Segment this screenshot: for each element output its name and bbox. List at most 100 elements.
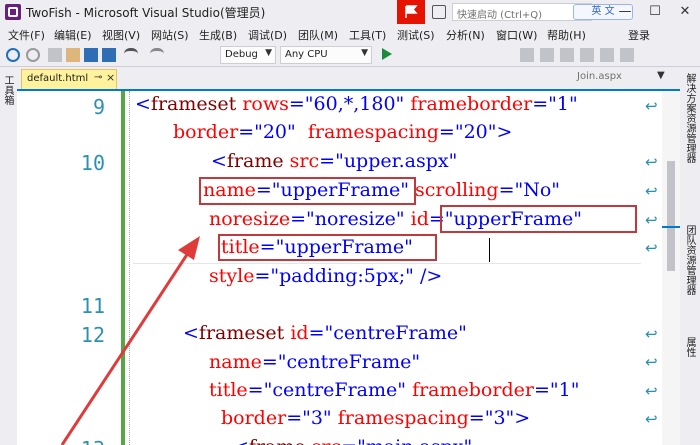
code-punctuation: < <box>233 436 249 445</box>
quick-launch-input[interactable]: 快速启动 (Ctrl+Q) <box>452 3 592 21</box>
toolbar-misc-icon[interactable] <box>580 48 594 62</box>
code-attribute: scrolling <box>415 179 499 201</box>
code-value: "1" <box>549 379 580 401</box>
code-attribute: id <box>290 322 309 344</box>
menu-edit[interactable]: 编辑(E) <box>54 27 92 43</box>
word-wrap-icon: ↩ <box>645 353 658 371</box>
code-punctuation: /> <box>419 265 443 287</box>
menu-help[interactable]: 帮助(H) <box>547 27 586 43</box>
code-line: name="centreFrame" <box>209 351 420 373</box>
notification-flag-icon[interactable] <box>397 0 425 24</box>
code-punctuation: > <box>496 121 513 143</box>
toolbar-misc-icon[interactable] <box>560 48 574 62</box>
code-value: "upper.aspx" <box>335 150 458 172</box>
menu-file[interactable]: 文件(F) <box>8 27 45 43</box>
code-line: <frameset id="centreFrame" <box>183 322 467 344</box>
pin-icon[interactable]: ⊸ <box>94 72 102 83</box>
toolbar-misc-icon[interactable] <box>620 48 634 62</box>
change-tracking-bar <box>121 91 125 445</box>
code-attribute: framespacing <box>337 407 469 429</box>
toolbar-misc-icon[interactable] <box>520 48 534 62</box>
word-wrap-icon: ↩ <box>645 153 658 171</box>
tab-join-aspx[interactable]: Join.aspx <box>577 71 622 82</box>
menu-debug[interactable]: 调试(D) <box>248 27 287 43</box>
menu-website[interactable]: 网站(S) <box>151 27 189 43</box>
code-value: "20" <box>254 121 296 143</box>
save-icon[interactable] <box>84 48 98 62</box>
save-all-icon[interactable] <box>102 48 116 62</box>
close-icon[interactable]: × <box>106 71 115 84</box>
word-wrap-icon: ↩ <box>645 239 658 257</box>
word-wrap-icon: ↩ <box>645 325 658 343</box>
properties-tab[interactable]: 属性 <box>684 337 697 357</box>
code-attribute: noresize <box>209 208 291 230</box>
menu-build[interactable]: 生成(B) <box>199 27 237 43</box>
highlight-box-name <box>199 177 416 205</box>
right-tool-strip: 解决方案资源管理器 团队资源管理器 属性 <box>680 67 700 445</box>
code-attribute: style <box>209 265 255 287</box>
code-editor[interactable]: 9 10 11 12 13 <frameset rows="60,*,180" … <box>17 91 680 445</box>
scrollbar-thumb[interactable] <box>667 161 675 271</box>
code-attribute: title <box>209 379 248 401</box>
menu-team[interactable]: 团队(M) <box>298 27 338 43</box>
outline-guide <box>129 91 131 445</box>
toolbar-misc-icon[interactable] <box>540 48 554 62</box>
menu-bar: 文件(F) 编辑(E) 视图(V) 网站(S) 生成(B) 调试(D) 团队(M… <box>0 24 700 44</box>
standard-toolbar: Debug ▼ Any CPU ▼ <box>0 44 700 67</box>
code-punctuation: = <box>261 351 278 373</box>
code-attribute: src <box>312 436 341 445</box>
menu-analyze[interactable]: 分析(N) <box>446 27 485 43</box>
code-attribute: border <box>221 407 287 429</box>
code-value: "60,*,180" <box>304 93 405 115</box>
solution-explorer-tab[interactable]: 解决方案资源管理器 <box>684 73 697 163</box>
solution-configuration-select[interactable]: Debug ▼ <box>220 46 276 64</box>
text-caret <box>489 238 490 262</box>
tab-default-html[interactable]: default.html ⊸ × <box>21 69 117 89</box>
code-value: "1" <box>548 93 578 115</box>
code-punctuation: = <box>254 265 271 287</box>
code-tag: frameset <box>150 93 237 115</box>
code-attribute: name <box>209 351 262 373</box>
chevron-down-icon: ▼ <box>361 48 368 58</box>
code-punctuation: < <box>211 150 227 172</box>
code-value: "noresize" <box>306 208 405 230</box>
code-line: border="20" framespacing="20"> <box>173 121 512 143</box>
back-icon[interactable] <box>6 48 20 62</box>
line-number: 11 <box>80 294 105 318</box>
code-punctuation: = <box>532 93 549 115</box>
menu-window[interactable]: 窗口(W) <box>496 27 537 43</box>
code-value: "main.aspx" <box>357 436 472 445</box>
open-file-icon[interactable] <box>66 48 80 62</box>
start-debugging-icon[interactable] <box>382 48 392 60</box>
toolbox-tab[interactable]: 工具箱 <box>2 75 15 105</box>
undo-icon[interactable] <box>124 48 138 62</box>
code-tag: frameset <box>198 322 285 344</box>
solution-platform-select[interactable]: Any CPU ▼ <box>280 46 372 64</box>
word-wrap-icon: ↩ <box>645 410 658 428</box>
word-wrap-icon: ↩ <box>645 182 658 200</box>
menu-test[interactable]: 测试(S) <box>397 27 435 43</box>
sign-in-link[interactable]: 登录 <box>628 27 650 43</box>
team-explorer-tab[interactable]: 团队资源管理器 <box>684 225 697 295</box>
line-number: 10 <box>80 151 105 175</box>
menu-view[interactable]: 视图(V) <box>102 27 140 43</box>
vertical-scrollbar[interactable] <box>662 91 680 445</box>
code-attribute: id <box>410 208 429 230</box>
forward-icon[interactable] <box>26 48 40 62</box>
chevron-down-icon[interactable]: ▼ <box>657 70 665 81</box>
minimize-button[interactable]: — <box>610 0 640 24</box>
window-title: TwoFish - Microsoft Visual Studio(管理员) <box>26 6 266 20</box>
maximize-button[interactable]: ☐ <box>640 0 670 24</box>
code-line: title="centreFrame" frameborder="1" <box>209 379 579 401</box>
close-window-button[interactable]: ✕ <box>670 0 700 24</box>
chevron-down-icon: ▼ <box>265 48 272 58</box>
line-number: 12 <box>80 323 105 347</box>
code-punctuation: > <box>514 407 531 429</box>
menu-tools[interactable]: 工具(T) <box>349 27 386 43</box>
new-project-icon[interactable] <box>48 48 62 62</box>
feedback-icon[interactable] <box>432 5 446 19</box>
toolbar-misc-icon[interactable] <box>600 48 614 62</box>
redo-icon[interactable] <box>150 48 164 62</box>
code-attribute: border <box>173 121 239 143</box>
code-line: style="padding:5px;" /> <box>209 265 442 287</box>
